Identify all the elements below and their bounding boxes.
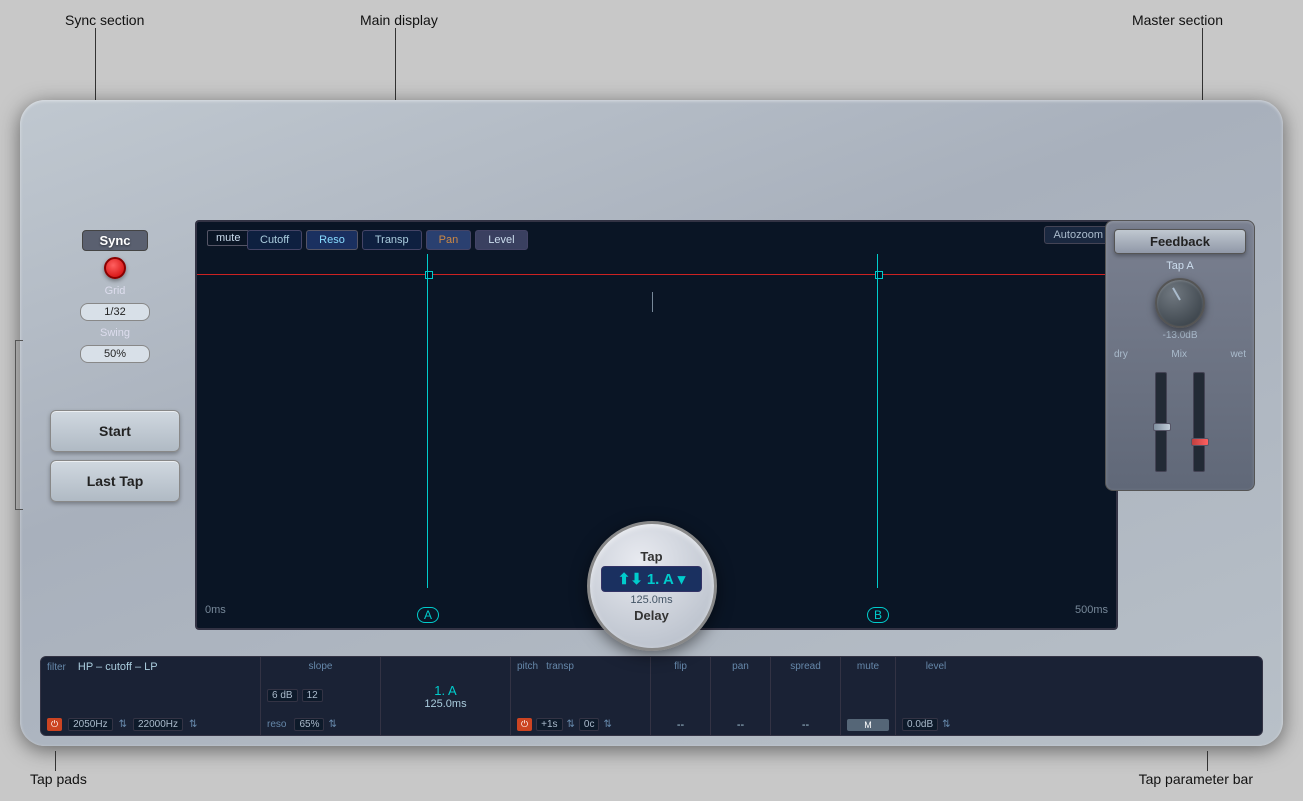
flip-section: flip -- — [651, 657, 711, 735]
line-a — [427, 254, 428, 588]
slope-label: slope — [267, 661, 374, 672]
mute-section: mute M — [841, 657, 896, 735]
level-label: level — [902, 661, 970, 672]
sync-label: Sync — [82, 230, 147, 251]
feedback-knob[interactable] — [1155, 278, 1205, 328]
master-section: Feedback Tap A -13.0dB dry Mix wet — [1105, 220, 1255, 491]
param-bar: filter HP – cutoff – LP ⏻ 2050Hz ⇅ 22000… — [40, 656, 1263, 736]
annotation-main-display: Main display — [360, 12, 438, 28]
filter-section: filter HP – cutoff – LP ⏻ 2050Hz ⇅ 22000… — [41, 657, 261, 735]
center-tick — [652, 292, 653, 312]
swing-value[interactable]: 50% — [80, 345, 150, 363]
start-button[interactable]: Start — [50, 410, 180, 452]
tap-selector-value[interactable]: 1. A — [387, 683, 504, 698]
annotation-master: Master section — [1132, 12, 1223, 28]
tap-selector-section: 1. A 125.0ms — [381, 657, 511, 735]
feedback-button[interactable]: Feedback — [1114, 229, 1246, 254]
annotation-sync: Sync section — [65, 12, 144, 28]
reso-value[interactable]: 65% — [294, 718, 324, 731]
mix-sliders — [1114, 362, 1246, 482]
reso-stepper-icon: ⇅ — [328, 719, 336, 730]
tap-circle-bottom-label: Delay — [634, 608, 669, 623]
hp-value[interactable]: 2050Hz — [68, 718, 112, 731]
time-end: 500ms — [1075, 604, 1108, 616]
hp-stepper-icon: ⇅ — [119, 719, 127, 730]
mute-button[interactable]: M — [847, 719, 889, 731]
dry-slider-thumb[interactable] — [1153, 423, 1171, 431]
grid-label: Grid — [105, 285, 126, 297]
tap-buttons: Start Last Tap — [50, 410, 180, 502]
filter-label: filter — [47, 662, 66, 673]
reso-label: reso — [267, 719, 286, 730]
wet-slider-track — [1193, 372, 1205, 472]
mix-section: dry Mix wet — [1114, 349, 1246, 482]
pitch-power-button[interactable]: ⏻ — [517, 718, 532, 731]
filter-type: HP – cutoff – LP — [78, 661, 158, 673]
grid-value[interactable]: 1/32 — [80, 303, 150, 321]
knob-value: -13.0dB — [1162, 330, 1197, 341]
tap-delay-circle[interactable]: Tap ⬆⬇ 1. A ▾ 125.0ms Delay — [587, 521, 717, 651]
pitch-cent[interactable]: 0c — [579, 718, 600, 731]
lp-value[interactable]: 22000Hz — [133, 718, 183, 731]
transp-label: transp — [546, 661, 574, 672]
pitch-semitone[interactable]: +1s — [536, 718, 562, 731]
pan-section: pan -- — [711, 657, 771, 735]
level-section: level 0.0dB ⇅ — [896, 657, 976, 735]
flip-label: flip — [657, 661, 704, 672]
autozoom-button[interactable]: Autozoom — [1044, 226, 1112, 244]
pitch-semitone-icon: ⇅ — [567, 719, 575, 730]
line-b — [877, 254, 878, 588]
marker-a[interactable]: A — [417, 607, 439, 623]
filter-power-button[interactable]: ⏻ — [47, 718, 62, 731]
level-stepper-icon: ⇅ — [942, 719, 950, 730]
level-value[interactable]: 0.0dB — [902, 718, 938, 731]
pan-value: -- — [717, 719, 764, 731]
annotation-tap-pads: Tap pads — [30, 771, 87, 787]
pitch-section: pitch transp ⏻ +1s ⇅ 0c ⇅ — [511, 657, 651, 735]
selector-arrow-left: ⬆⬇ — [618, 570, 643, 588]
last-tap-button[interactable]: Last Tap — [50, 460, 180, 502]
selector-value: 1. A — [647, 571, 674, 588]
spread-label: spread — [777, 661, 834, 672]
annotation-tap-parameter-bar: Tap parameter bar — [1139, 771, 1253, 787]
marker-b[interactable]: B — [867, 607, 889, 623]
tab-reso[interactable]: Reso — [306, 230, 358, 250]
sync-radio[interactable] — [104, 257, 126, 279]
tap-circle-top-label: Tap — [640, 549, 662, 564]
tap-a-label: Tap A — [1114, 260, 1246, 272]
slope-db-value[interactable]: 6 dB — [267, 689, 298, 702]
tap-circle-selector[interactable]: ⬆⬇ 1. A ▾ — [601, 566, 703, 592]
device-body: Sync Grid 1/32 Swing 50% Start Last Tap … — [20, 100, 1283, 746]
dry-slider-track — [1155, 372, 1167, 472]
mix-label: Mix — [1171, 349, 1187, 360]
pan-label: pan — [717, 661, 764, 672]
swing-label: Swing — [100, 327, 130, 339]
mix-header: dry Mix wet — [1114, 349, 1246, 360]
lp-stepper-icon: ⇅ — [189, 719, 197, 730]
mute-param-label: mute — [847, 661, 889, 672]
knob-container: -13.0dB — [1114, 278, 1246, 341]
spread-value: -- — [777, 719, 834, 731]
flip-value: -- — [657, 719, 704, 731]
slope-num-value[interactable]: 12 — [302, 689, 323, 702]
spread-section: spread -- — [771, 657, 841, 735]
wet-slider-thumb[interactable] — [1191, 438, 1209, 446]
time-start: 0ms — [205, 604, 226, 616]
tab-pan[interactable]: Pan — [426, 230, 472, 250]
tab-cutoff[interactable]: Cutoff — [247, 230, 302, 250]
tap-ms-value[interactable]: 125.0ms — [387, 698, 504, 710]
sync-section: Sync Grid 1/32 Swing 50% — [50, 230, 180, 363]
slope-section: slope 6 dB 12 reso 65% ⇅ — [261, 657, 381, 735]
selector-arrow-right: ▾ — [678, 570, 686, 588]
tap-circle-ms: 125.0ms — [630, 594, 672, 606]
display-tabs: Cutoff Reso Transp Pan Level — [247, 222, 1056, 254]
tab-transp[interactable]: Transp — [362, 230, 422, 250]
dry-label: dry — [1114, 349, 1128, 360]
tab-level[interactable]: Level — [475, 230, 527, 250]
pitch-label: pitch — [517, 661, 538, 672]
pitch-cent-icon: ⇅ — [603, 719, 611, 730]
wet-label: wet — [1230, 349, 1246, 360]
red-line — [197, 274, 1116, 275]
mute-label[interactable]: mute — [207, 230, 249, 246]
